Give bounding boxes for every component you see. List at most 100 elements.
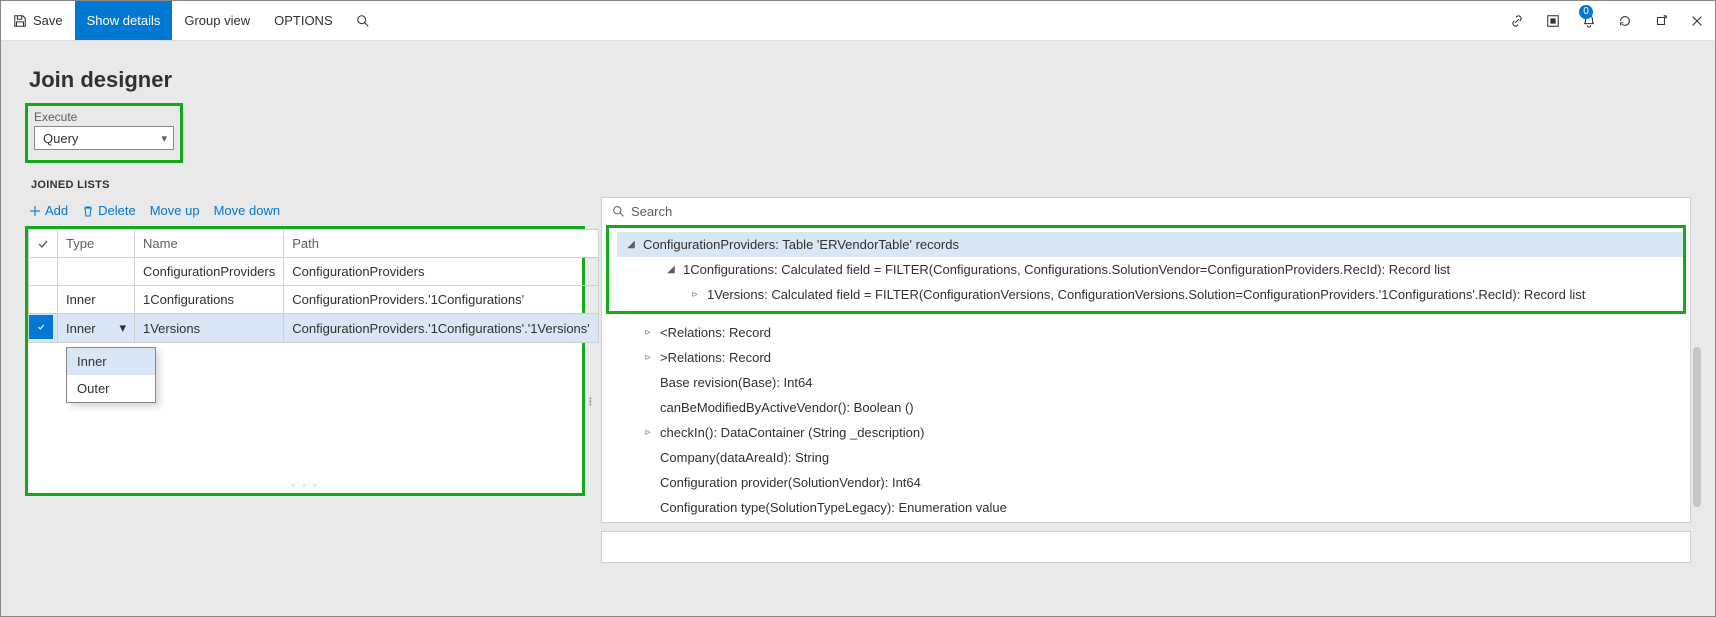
tree-node[interactable]: Configuration type(SolutionTypeLegacy): …	[602, 495, 1690, 520]
col-type[interactable]: Type	[58, 230, 135, 258]
tree-label: ConfigurationProviders: Table 'ERVendorT…	[643, 237, 959, 252]
tree-label: 1Versions: Calculated field = FILTER(Con…	[707, 287, 1585, 302]
app-root: Save Show details Group view OPTIONS 0	[0, 0, 1716, 617]
row-type[interactable]	[58, 258, 135, 286]
tree-node[interactable]: canBeModifiedByActiveVendor(): Boolean (…	[602, 395, 1690, 420]
joined-lists-panel: Add Delete Move up Move down	[25, 197, 585, 496]
collapse-icon[interactable]: ◢	[665, 264, 677, 275]
execute-label: Execute	[34, 110, 174, 124]
panels: Add Delete Move up Move down	[1, 197, 1715, 563]
execute-value: Query	[43, 131, 78, 146]
joined-lists-grid: Type Name Path ConfigurationProviders	[25, 226, 585, 496]
add-button[interactable]: Add	[29, 203, 68, 218]
notification-badge: 0	[1579, 5, 1593, 19]
tree-label: Configuration provider(SolutionVendor): …	[660, 475, 921, 490]
expand-icon[interactable]: ▹	[642, 327, 654, 338]
row-check[interactable]	[29, 258, 58, 286]
trash-icon	[82, 205, 94, 217]
search-icon	[356, 14, 370, 28]
tree-label: Configuration type(SolutionTypeLegacy): …	[660, 500, 1007, 515]
check-icon	[37, 238, 49, 250]
delete-label: Delete	[98, 203, 136, 218]
tree-node[interactable]: ◢ ConfigurationProviders: Table 'ERVendo…	[617, 232, 1683, 257]
selected-check-icon	[29, 315, 53, 339]
save-button[interactable]: Save	[1, 1, 75, 40]
tree-node[interactable]: Company(dataAreaId): String	[602, 445, 1690, 470]
row-name[interactable]: 1Versions	[135, 314, 284, 343]
popout-button[interactable]	[1643, 1, 1679, 40]
plus-icon	[29, 205, 41, 217]
app-icon-button[interactable]	[1535, 1, 1571, 40]
expand-icon[interactable]: ▹	[642, 427, 654, 438]
table-row[interactable]: Inner 1Configurations ConfigurationProvi…	[29, 286, 599, 314]
search-button[interactable]	[345, 1, 381, 40]
type-combo[interactable]: Inner ▾	[66, 320, 126, 336]
notifications-button[interactable]: 0	[1571, 1, 1607, 40]
tree-label: >Relations: Record	[660, 350, 771, 365]
options-label: OPTIONS	[274, 13, 333, 28]
close-button[interactable]	[1679, 1, 1715, 40]
refresh-icon	[1618, 14, 1632, 28]
office-icon	[1546, 14, 1560, 28]
close-icon	[1690, 14, 1704, 28]
row-path[interactable]: ConfigurationProviders.'1Configurations'	[284, 286, 599, 314]
search-icon	[612, 205, 625, 218]
tree-node[interactable]: ▹ checkIn(): DataContainer (String _desc…	[602, 420, 1690, 445]
tree-node[interactable]: Base revision(Base): Int64	[602, 370, 1690, 395]
tree-node[interactable]: Configuration provider(SolutionVendor): …	[602, 470, 1690, 495]
chevron-down-icon: ▾	[119, 320, 126, 336]
tree-label: Company(dataAreaId): String	[660, 450, 829, 465]
row-type-cell[interactable]: Inner ▾ Inner Outer	[58, 314, 135, 343]
expand-icon[interactable]: ▹	[689, 289, 701, 300]
col-path[interactable]: Path	[284, 230, 599, 258]
joined-lists-section-label: JOINED LISTS	[1, 173, 1715, 197]
show-details-button[interactable]: Show details	[75, 1, 173, 40]
check-header[interactable]	[29, 230, 58, 258]
popout-icon	[1654, 14, 1668, 28]
move-down-button[interactable]: Move down	[214, 203, 280, 218]
move-down-label: Move down	[214, 203, 280, 218]
delete-button[interactable]: Delete	[82, 203, 136, 218]
tree-label: canBeModifiedByActiveVendor(): Boolean (…	[660, 400, 914, 415]
tree-label: checkIn(): DataContainer (String _descri…	[660, 425, 924, 440]
tree-label: Base revision(Base): Int64	[660, 375, 812, 390]
table-row[interactable]: Inner ▾ Inner Outer	[29, 314, 599, 343]
save-icon	[13, 14, 27, 28]
splitter-handle[interactable]: •••	[589, 397, 592, 406]
tree-node[interactable]: ▹ <Relations: Record	[602, 320, 1690, 345]
tree-search[interactable]: Search	[602, 198, 1690, 225]
move-up-button[interactable]: Move up	[150, 203, 200, 218]
type-option-outer[interactable]: Outer	[67, 375, 155, 402]
execute-combo[interactable]: Query ▾	[34, 126, 174, 150]
page-title: Join designer	[1, 49, 1715, 99]
row-check[interactable]	[29, 286, 58, 314]
options-button[interactable]: OPTIONS	[262, 1, 345, 40]
execute-field-group: Execute Query ▾	[25, 103, 183, 163]
tree-node[interactable]: ◢ 1Configurations: Calculated field = FI…	[617, 257, 1683, 282]
right-footer-bar	[601, 531, 1691, 563]
attach-icon-button[interactable]	[1499, 1, 1535, 40]
search-placeholder: Search	[631, 204, 672, 219]
col-name[interactable]: Name	[135, 230, 284, 258]
data-source-panel: ••• Search ◢ ConfigurationProviders: Tab…	[601, 197, 1691, 563]
move-up-label: Move up	[150, 203, 200, 218]
row-type[interactable]: Inner	[58, 286, 135, 314]
collapse-icon[interactable]: ◢	[625, 239, 637, 250]
row-path[interactable]: ConfigurationProviders	[284, 258, 599, 286]
expand-icon[interactable]: ▹	[642, 352, 654, 363]
row-path[interactable]: ConfigurationProviders.'1Configurations'…	[284, 314, 599, 343]
refresh-button[interactable]	[1607, 1, 1643, 40]
row-name[interactable]: ConfigurationProviders	[135, 258, 284, 286]
scrollbar-thumb[interactable]	[1693, 347, 1701, 507]
row-check[interactable]	[29, 314, 58, 343]
type-option-inner[interactable]: Inner	[67, 348, 155, 375]
tree-node[interactable]: ▹ 1Versions: Calculated field = FILTER(C…	[617, 282, 1683, 307]
row-name[interactable]: 1Configurations	[135, 286, 284, 314]
group-view-label: Group view	[184, 13, 250, 28]
chevron-down-icon: ▾	[161, 132, 167, 145]
table-row[interactable]: ConfigurationProviders ConfigurationProv…	[29, 258, 599, 286]
tree-node[interactable]: ▹ >Relations: Record	[602, 345, 1690, 370]
link-icon	[1510, 14, 1524, 28]
group-view-button[interactable]: Group view	[172, 1, 262, 40]
add-label: Add	[45, 203, 68, 218]
